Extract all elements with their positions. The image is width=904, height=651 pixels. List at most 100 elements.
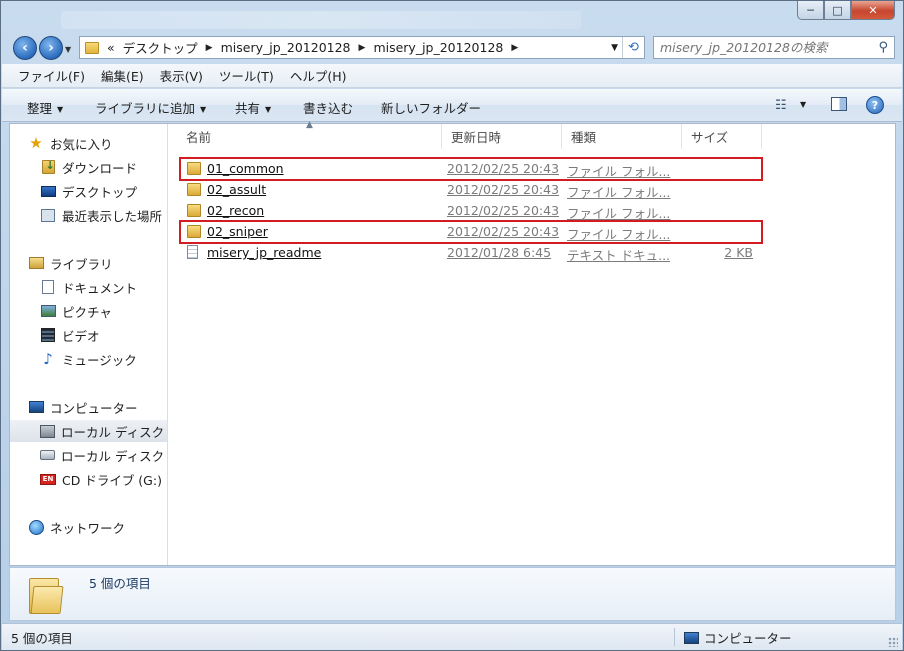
details-item-count: 5 個の項目 (89, 576, 151, 591)
add-to-library-label: ライブラリに追加 (95, 101, 196, 116)
forward-arrow-icon: › (48, 40, 54, 56)
large-folder-icon (29, 578, 64, 614)
file-name: misery_jp_readme (207, 245, 322, 260)
file-date-modified: 2012/02/25 20:43 (447, 182, 560, 197)
column-type[interactable]: 種類 (562, 124, 682, 149)
chevron-right-icon[interactable]: ▶ (206, 43, 213, 53)
column-size[interactable]: サイズ (682, 124, 762, 149)
nav-label: ミュージック (62, 352, 137, 368)
nav-videos[interactable]: ビデオ (10, 324, 167, 346)
text-file-icon (187, 245, 198, 259)
nav-favorites[interactable]: ★ お気に入り (10, 132, 167, 154)
nav-label: ピクチャ (62, 304, 112, 320)
nav-desktop[interactable]: デスクトップ (10, 180, 167, 202)
file-row[interactable]: misery_jp_readme 2012/01/28 6:45 テキスト ドキュ.… (179, 242, 761, 263)
view-options-icon[interactable]: ☷ (775, 98, 787, 113)
videos-icon (41, 328, 55, 342)
share-label: 共有 (235, 101, 261, 116)
search-icon[interactable]: ⚲ (878, 40, 888, 55)
annotation-highlight-box (179, 220, 763, 244)
resize-grip-icon[interactable] (888, 637, 898, 647)
help-icon[interactable]: ? (866, 96, 884, 114)
breadcrumb-overflow[interactable]: « (107, 40, 115, 55)
downloads-icon (41, 159, 55, 174)
refresh-icon[interactable]: ⟲ (622, 37, 644, 58)
recent-pages-dropdown-icon[interactable]: ▼ (65, 45, 71, 54)
nav-libraries[interactable]: ライブラリ (10, 252, 167, 274)
system-drive-icon (40, 424, 55, 438)
command-bar: 整理 ▼ ライブラリに追加 ▼ 共有 ▼ 書き込む 新しいフォルダー ☷ ▼ ? (2, 89, 902, 122)
nav-label: ネットワーク (50, 520, 126, 536)
cd-drive-icon: EN (40, 473, 56, 485)
breadcrumb-folder-2[interactable]: misery_jp_20120128 (373, 40, 503, 55)
menu-edit[interactable]: 編集(E) (101, 66, 144, 85)
column-name[interactable]: 名前 (177, 124, 442, 149)
close-button[interactable]: ✕ (851, 1, 895, 20)
menu-file[interactable]: ファイル(F) (18, 66, 85, 85)
column-headers: ▲ 名前 更新日時 種類 サイズ (169, 120, 895, 149)
nav-recent-places[interactable]: 最近表示した場所 (10, 204, 167, 226)
file-name: 02_recon (207, 203, 265, 218)
organize-button[interactable]: 整理 ▼ (27, 98, 63, 117)
nav-label: ライブラリ (50, 256, 113, 272)
libraries-icon (28, 257, 44, 269)
nav-local-disk-d[interactable]: ローカル ディスク ( (10, 444, 167, 466)
hard-disk-icon (40, 450, 55, 460)
navigation-pane: ★ お気に入り ダウンロード デスクトップ 最近表示した場所 ライブラリ ドキュメ… (10, 124, 168, 565)
minimize-button[interactable]: ─ (797, 1, 824, 20)
nav-computer[interactable]: コンピューター (10, 396, 167, 418)
file-row[interactable]: 02_recon 2012/02/25 20:43 ファイル フォル... (179, 200, 761, 221)
nav-network[interactable]: ネットワーク (10, 516, 167, 538)
chevron-right-icon[interactable]: ▶ (511, 43, 518, 53)
computer-icon (684, 631, 699, 644)
status-divider (674, 628, 675, 646)
nav-music[interactable]: ♪ ミュージック (10, 348, 167, 370)
menu-tools[interactable]: ツール(T) (219, 66, 274, 85)
column-date-modified[interactable]: 更新日時 (442, 124, 562, 149)
burn-button[interactable]: 書き込む (303, 98, 353, 117)
star-icon: ★ (29, 134, 43, 152)
nav-local-disk-c[interactable]: ローカル ディスク ( (10, 420, 167, 442)
recent-places-icon (41, 208, 55, 222)
explorer-window: ─ □ ✕ ‹ › ▼ « デスクトップ ▶ misery_jp_2012012… (0, 0, 904, 651)
file-type: テキスト ドキュ... (567, 248, 671, 263)
documents-icon (42, 280, 54, 294)
chevron-right-icon[interactable]: ▶ (359, 43, 366, 53)
address-history-dropdown-icon[interactable]: ▼ (611, 43, 618, 53)
back-button[interactable]: ‹ (13, 36, 37, 60)
menu-help[interactable]: ヘルプ(H) (290, 66, 347, 85)
nav-label: ドキュメント (62, 280, 138, 296)
nav-cd-drive[interactable]: EN CD ドライブ (G:) E (10, 468, 167, 490)
new-folder-button[interactable]: 新しいフォルダー (381, 98, 481, 117)
title-bar: ─ □ ✕ (1, 1, 903, 29)
nav-pictures[interactable]: ピクチャ (10, 300, 167, 322)
folder-icon (187, 204, 201, 217)
preview-pane-icon[interactable] (831, 97, 847, 111)
nav-documents[interactable]: ドキュメント (10, 276, 167, 298)
window-controls: ─ □ ✕ (797, 1, 895, 20)
pictures-icon (40, 305, 56, 317)
status-location: コンピューター (684, 628, 792, 647)
file-row[interactable]: 02_assult 2012/02/25 20:43 ファイル フォル... (179, 179, 761, 200)
file-size: 2 KB (724, 245, 753, 260)
computer-icon (28, 401, 44, 413)
breadcrumb-desktop[interactable]: デスクトップ (123, 38, 198, 57)
folder-icon (187, 183, 201, 196)
forward-button[interactable]: › (39, 36, 63, 60)
breadcrumb-folder-1[interactable]: misery_jp_20120128 (221, 40, 351, 55)
search-input[interactable] (660, 40, 870, 55)
annotation-highlight-box (179, 157, 763, 181)
maximize-button[interactable]: □ (824, 1, 851, 20)
address-row: ‹ › ▼ « デスクトップ ▶ misery_jp_20120128 ▶ mi… (1, 31, 903, 63)
file-type: ファイル フォル... (567, 185, 671, 200)
music-note-icon: ♪ (43, 350, 53, 368)
address-bar[interactable]: « デスクトップ ▶ misery_jp_20120128 ▶ misery_j… (79, 36, 645, 59)
chevron-down-icon: ▼ (57, 105, 64, 114)
share-button[interactable]: 共有 ▼ (235, 98, 271, 117)
nav-downloads[interactable]: ダウンロード (10, 156, 167, 178)
menu-view[interactable]: 表示(V) (160, 66, 203, 85)
view-options-dropdown-icon[interactable]: ▼ (800, 100, 806, 109)
search-box[interactable]: ⚲ (653, 36, 895, 59)
nav-label: デスクトップ (62, 184, 138, 200)
add-to-library-button[interactable]: ライブラリに追加 ▼ (95, 98, 206, 117)
